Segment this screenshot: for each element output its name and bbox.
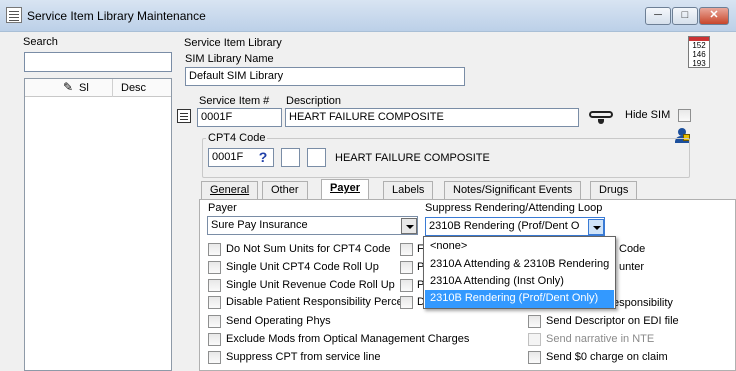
tab-labels-label: Labels [392,184,425,196]
library-name-input[interactable]: Default SIM Library [185,67,465,86]
app-icon [6,7,22,23]
tab-drugs[interactable]: Drugs [590,181,638,199]
hide-sim-label: Hide SIM [625,109,671,121]
tab-labels[interactable]: Labels [383,181,434,199]
checkbox-middle-2[interactable] [400,261,413,274]
library-group-label: Service Item Library [184,37,282,49]
cpt4-label: CPT4 Code [206,132,268,144]
right-fragment-2: unter [619,261,645,273]
check-label-send-zero-charge: Send $0 charge on claim [546,351,668,363]
tab-drugs-label: Drugs [599,184,629,196]
cpt4-modifier-1-input[interactable] [281,148,300,167]
column-header-desc[interactable]: Desc [121,82,146,94]
check-label-disable-patient-responsibility: Disable Patient Responsibility Percent [226,296,412,308]
checkbox-middle-3[interactable] [400,279,413,292]
suppress-loop-options-list[interactable]: <none> 2310A Attending & 2310B Rendering… [423,236,616,309]
checkbox-send-operating-phys[interactable] [208,315,221,328]
suppress-loop-label: Suppress Rendering/Attending Loop [425,202,603,214]
check-label-do-not-sum-units: Do Not Sum Units for CPT4 Code [226,243,391,255]
check-label-send-operating-phys: Send Operating Phys [226,315,331,327]
check-label-suppress-cpt: Suppress CPT from service line [226,351,381,363]
cpt4-help-icon[interactable]: ? [256,149,270,165]
checkbox-do-not-sum-units[interactable] [208,243,221,256]
suppress-loop-dropdown-button[interactable] [588,219,604,235]
check-label-single-unit-cpt4: Single Unit CPT4 Code Roll Up [226,261,379,273]
tab-general-label: General [210,184,250,196]
check-label-exclude-mods: Exclude Mods from Optical Management Cha… [226,333,470,345]
payer-label: Payer [208,202,237,214]
calendar-icon[interactable]: 152 146 193 [688,36,710,68]
description-input[interactable]: HEART FAILURE COMPOSITE [285,108,579,127]
tab-other-label: Other [271,184,299,196]
column-header-sl[interactable]: Sl [79,82,89,94]
option-2310a-and-2310b[interactable]: 2310A Attending & 2310B Rendering [425,256,614,274]
column-divider [112,79,113,97]
checkbox-send-zero-charge[interactable] [528,351,541,364]
mask-icon[interactable] [589,107,613,125]
calendar-line-2: 146 [692,50,706,59]
option-none[interactable]: <none> [425,238,614,256]
tab-notes[interactable]: Notes/Significant Events [444,181,582,199]
checkbox-suppress-cpt[interactable] [208,351,221,364]
checkbox-single-unit-cpt4[interactable] [208,261,221,274]
right-fragment-1: Code [619,243,646,255]
calendar-line-3: 193 [692,59,706,68]
hide-sim-checkbox[interactable] [678,109,691,122]
right-fragment-3: esponsibility [613,297,673,309]
maximize-button[interactable]: □ [672,7,698,25]
checkbox-send-descriptor[interactable] [528,315,541,328]
title-bar: Service Item Library Maintenance ─ □ ✕ [0,0,736,32]
calendar-line-1: 152 [692,41,706,50]
pencil-icon: ✎ [63,80,74,94]
close-button[interactable]: ✕ [699,7,729,25]
search-label: Search [23,36,58,48]
checkbox-middle-4[interactable] [400,296,413,309]
tab-payer[interactable]: Payer [321,179,369,201]
checkbox-send-narrative[interactable] [528,333,541,346]
description-label: Description [286,95,342,107]
checkbox-disable-patient-responsibility[interactable] [208,296,221,309]
check-label-send-narrative: Send narrative in NTE [546,333,655,345]
service-item-number-label: Service Item # [199,95,270,107]
check-label-single-unit-revenue: Single Unit Revenue Code Roll Up [226,279,395,291]
checkbox-exclude-mods[interactable] [208,333,221,346]
suppress-loop-select[interactable]: 2310B Rendering (Prof/Dent O [425,217,605,236]
library-name-label: SIM Library Name [185,53,274,65]
tab-notes-label: Notes/Significant Events [453,184,573,196]
checkbox-single-unit-revenue[interactable] [208,279,221,292]
cpt4-description: HEART FAILURE COMPOSITE [335,152,490,164]
option-2310b-rendering[interactable]: 2310B Rendering (Prof/Dent Only) [425,290,614,308]
option-2310a-attending[interactable]: 2310A Attending (Inst Only) [425,273,614,291]
search-results-list[interactable]: ✎ Sl Desc [24,78,172,371]
payer-select[interactable]: Sure Pay Insurance [207,216,418,235]
notes-icon[interactable] [177,109,191,123]
list-header: ✎ Sl Desc [25,79,171,97]
tab-other[interactable]: Other [262,181,308,199]
check-label-send-descriptor: Send Descriptor on EDI file [546,315,679,327]
search-input[interactable] [24,52,172,72]
cpt4-modifier-2-input[interactable] [307,148,326,167]
tab-general[interactable]: General [201,181,259,199]
minimize-button[interactable]: ─ [645,7,671,25]
service-item-number-input[interactable]: 0001F [197,108,282,127]
checkbox-middle-1[interactable] [400,243,413,256]
payer-dropdown-button[interactable] [401,218,417,234]
window-title: Service Item Library Maintenance [27,9,206,23]
tab-payer-label: Payer [330,182,360,194]
